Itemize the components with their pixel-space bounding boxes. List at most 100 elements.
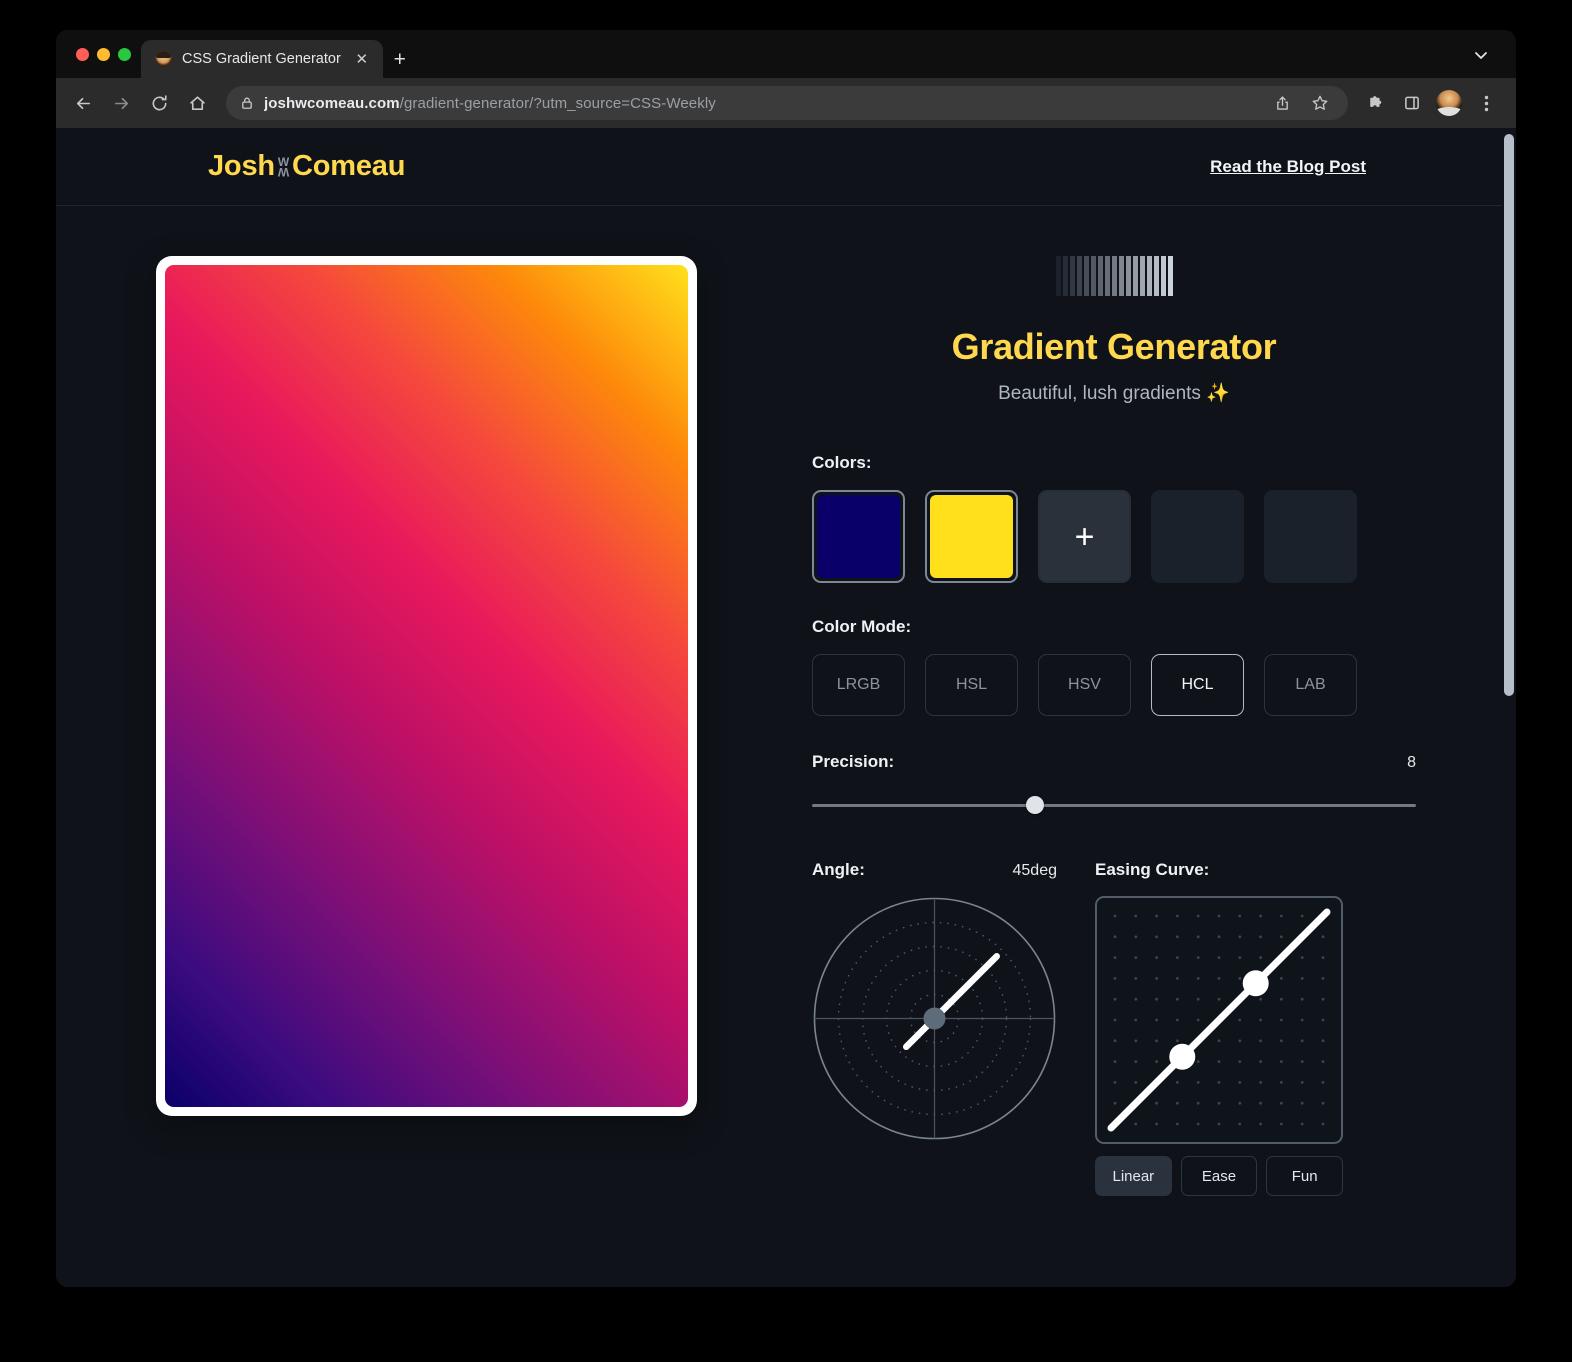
precision-value: 8 xyxy=(1407,754,1416,772)
barcode-bar xyxy=(1105,256,1110,296)
url-domain: joshwcomeau.com xyxy=(264,95,400,112)
barcode-bar xyxy=(1147,256,1152,296)
barcode-bar xyxy=(1063,256,1068,296)
colors-label: Colors: xyxy=(812,453,1416,473)
angle-label: Angle: xyxy=(812,860,865,880)
lock-icon xyxy=(240,96,254,110)
color-mode-button-lrgb[interactable]: LRGB xyxy=(812,654,905,716)
angle-dial[interactable] xyxy=(812,896,1057,1141)
home-icon[interactable] xyxy=(180,86,214,120)
logo-middle-initial: W W xyxy=(278,152,289,182)
logo-mid-bottom: W xyxy=(278,167,289,176)
gradient-preview xyxy=(165,265,688,1107)
forward-arrow-icon[interactable] xyxy=(104,86,138,120)
page-viewport: Josh W W Comeau Read the Blog Post Gradi xyxy=(56,128,1516,1287)
barcode-bar xyxy=(1056,256,1061,296)
color-swatch-fill xyxy=(817,495,900,578)
add-color-button[interactable]: + xyxy=(1038,490,1131,583)
address-bar[interactable]: joshwcomeau.com/gradient-generator/?utm_… xyxy=(226,86,1348,120)
easing-preset-linear[interactable]: Linear xyxy=(1095,1156,1172,1196)
precision-slider-track[interactable] xyxy=(812,804,1416,807)
browser-tab[interactable]: CSS Gradient Generator ✕ xyxy=(141,40,383,78)
puzzle-icon[interactable] xyxy=(1360,87,1392,119)
star-icon[interactable] xyxy=(1304,87,1336,119)
color-mode-button-row: LRGB HSL HSV HCL LAB xyxy=(812,654,1416,716)
barcode-bar xyxy=(1154,256,1159,296)
angle-dial-svg[interactable] xyxy=(812,896,1057,1141)
easing-curve-svg[interactable] xyxy=(1097,898,1341,1142)
color-mode-button-hsl[interactable]: HSL xyxy=(925,654,1018,716)
color-swatch-empty-slot xyxy=(1151,490,1244,583)
address-bar-actions xyxy=(1266,87,1336,119)
barcode-bar xyxy=(1161,256,1166,296)
barcode-logo-icon xyxy=(812,256,1416,296)
precision-label: Precision: xyxy=(812,752,894,772)
page-scrollbar[interactable] xyxy=(1502,128,1516,1287)
new-tab-button[interactable]: + xyxy=(383,40,417,78)
easing-handle-2[interactable] xyxy=(1243,970,1269,996)
color-swatch-2[interactable] xyxy=(925,490,1018,583)
easing-preset-row: LinearEaseFun xyxy=(1095,1156,1343,1196)
maximize-window-button[interactable] xyxy=(118,48,131,61)
address-bar-url: joshwcomeau.com/gradient-generator/?utm_… xyxy=(264,95,716,112)
close-tab-button[interactable]: ✕ xyxy=(351,48,373,70)
barcode-bar xyxy=(1168,256,1173,296)
angle-dial-handle[interactable] xyxy=(924,1008,946,1030)
easing-label: Easing Curve: xyxy=(1095,860,1343,880)
color-swatch-1[interactable] xyxy=(812,490,905,583)
barcode-bar xyxy=(1140,256,1145,296)
chevron-down-icon[interactable] xyxy=(1468,42,1494,68)
barcode-bar xyxy=(1070,256,1075,296)
precision-header: Precision: 8 xyxy=(812,752,1416,772)
easing-preset-ease[interactable]: Ease xyxy=(1181,1156,1258,1196)
precision-slider-thumb[interactable] xyxy=(1026,796,1044,814)
angle-header: Angle: 45deg xyxy=(812,860,1057,880)
angle-field: Angle: 45deg xyxy=(812,860,1057,1196)
color-swatch-empty-slot xyxy=(1264,490,1357,583)
color-swatch-fill xyxy=(930,495,1013,578)
angle-easing-row: Angle: 45deg xyxy=(812,860,1416,1196)
share-icon[interactable] xyxy=(1266,87,1298,119)
three-dot-menu-icon[interactable] xyxy=(1470,87,1502,119)
browser-toolbar: joshwcomeau.com/gradient-generator/?utm_… xyxy=(56,78,1516,128)
barcode-bar xyxy=(1112,256,1117,296)
precision-slider[interactable] xyxy=(812,794,1416,816)
logo-text-first: Josh xyxy=(208,150,275,183)
barcode-bar xyxy=(1133,256,1138,296)
colors-field: Colors: + xyxy=(812,453,1416,583)
barcode-bar xyxy=(1119,256,1124,296)
read-blog-post-link[interactable]: Read the Blog Post xyxy=(1210,157,1366,177)
easing-preset-fun[interactable]: Fun xyxy=(1266,1156,1343,1196)
angle-value: 45deg xyxy=(1013,862,1058,880)
main-content: Gradient Generator Beautiful, lush gradi… xyxy=(56,206,1516,1196)
color-mode-label: Color Mode: xyxy=(812,617,1416,637)
barcode-bar xyxy=(1126,256,1131,296)
color-swatch-row: + xyxy=(812,490,1416,583)
easing-field: Easing Curve: LinearEaseFun xyxy=(1095,860,1343,1196)
gradient-preview-frame xyxy=(156,256,697,1116)
color-mode-button-hsv[interactable]: HSV xyxy=(1038,654,1131,716)
preview-column xyxy=(56,256,756,1196)
avatar-icon[interactable] xyxy=(1436,90,1462,116)
barcode-bar xyxy=(1084,256,1089,296)
back-arrow-icon[interactable] xyxy=(66,86,100,120)
barcode-bar xyxy=(1091,256,1096,296)
reload-icon[interactable] xyxy=(142,86,176,120)
url-path: /gradient-generator/?utm_source=CSS-Week… xyxy=(400,95,716,112)
window-traffic-lights xyxy=(70,30,141,78)
color-mode-button-hcl[interactable]: HCL xyxy=(1151,654,1244,716)
page-subtitle: Beautiful, lush gradients ✨ xyxy=(812,381,1416,405)
sidebar-panel-icon[interactable] xyxy=(1396,87,1428,119)
site-logo[interactable]: Josh W W Comeau xyxy=(208,150,405,183)
barcode-bar xyxy=(1077,256,1082,296)
minimize-window-button[interactable] xyxy=(97,48,110,61)
color-mode-button-lab[interactable]: LAB xyxy=(1264,654,1357,716)
favicon-icon xyxy=(155,51,172,68)
color-mode-field: Color Mode: LRGB HSL HSV HCL LAB xyxy=(812,617,1416,716)
barcode-bar xyxy=(1098,256,1103,296)
tab-strip: CSS Gradient Generator ✕ + xyxy=(56,30,1516,78)
easing-curve-editor[interactable] xyxy=(1095,896,1343,1144)
page-scrollbar-thumb[interactable] xyxy=(1504,134,1514,696)
close-window-button[interactable] xyxy=(76,48,89,61)
easing-handle-1[interactable] xyxy=(1169,1044,1195,1070)
